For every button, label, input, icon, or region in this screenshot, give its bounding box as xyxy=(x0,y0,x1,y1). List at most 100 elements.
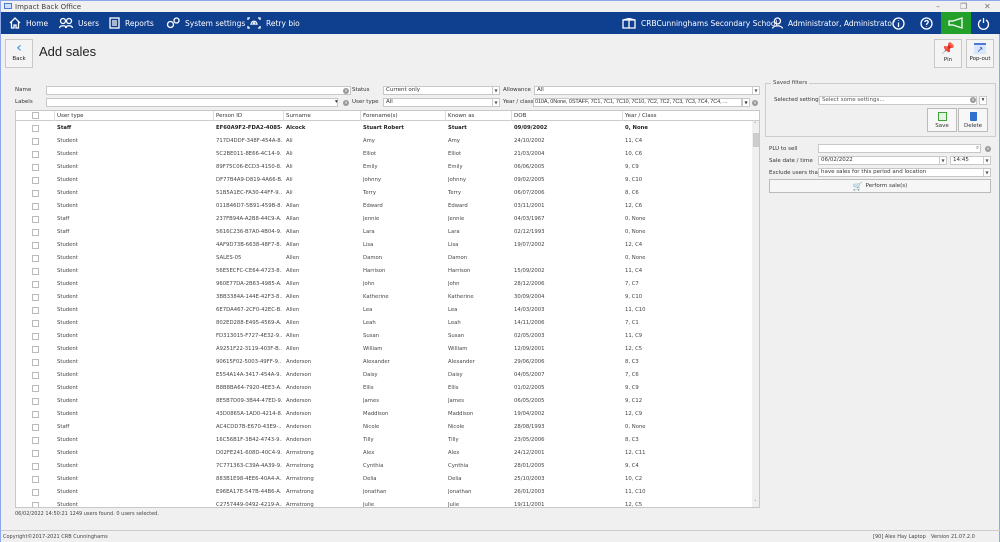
minimize-button[interactable]: – xyxy=(936,2,940,11)
table-row[interactable]: Student E96EA17E-547B-44B6-A... Armstrong J… xyxy=(16,486,752,499)
table-row[interactable]: Student 51B5A1EC-FA30-44FF-9... Ali Terry Te… xyxy=(16,187,752,200)
nav-reports[interactable]: Reports xyxy=(109,12,154,34)
nav-system-settings[interactable]: System settings xyxy=(166,12,245,34)
user-menu[interactable]: Administrator, Administrator xyxy=(772,12,895,34)
column-header[interactable]: DOB xyxy=(511,111,622,121)
yearclass-select[interactable]: 010A, 0None, 0STAFF, 7C1, 7C1, 7C10, 7C1… xyxy=(533,98,742,107)
close-button[interactable]: ✕ xyxy=(984,2,991,11)
vertical-scrollbar[interactable] xyxy=(752,121,759,507)
row-checkbox[interactable] xyxy=(32,450,39,457)
column-header[interactable]: User type xyxy=(54,111,213,121)
allowance-select[interactable]: All ▼ xyxy=(534,86,760,95)
row-checkbox[interactable] xyxy=(32,307,39,314)
table-row[interactable]: Student B8B8BA64-7920-4EE3-A... Anderson El… xyxy=(16,382,752,395)
table-row[interactable]: Student 90615F02-5003-49FF-9... Anderson Al… xyxy=(16,356,752,369)
select-all-checkbox[interactable] xyxy=(32,112,39,119)
row-checkbox[interactable] xyxy=(32,333,39,340)
row-checkbox[interactable] xyxy=(32,424,39,431)
chevron-down-icon[interactable]: ▾ xyxy=(979,96,987,105)
plu-input[interactable] xyxy=(818,144,981,153)
clear-icon[interactable]: × xyxy=(970,97,976,103)
row-checkbox[interactable] xyxy=(32,138,39,145)
row-checkbox[interactable] xyxy=(32,385,39,392)
row-checkbox[interactable] xyxy=(32,164,39,171)
nav-home[interactable]: Home xyxy=(9,12,48,34)
table-row[interactable]: Student 5C2BE011-8E66-4C14-9... Ali Elliot E… xyxy=(16,148,752,161)
table-row[interactable]: Student 960E77DA-2B63-4985-A... Allen John J… xyxy=(16,278,752,291)
row-checkbox[interactable] xyxy=(32,255,39,262)
sale-time-input[interactable]: 14:45 ▼ xyxy=(950,156,991,165)
delete-filter-button[interactable]: Delete xyxy=(958,108,988,132)
table-row[interactable]: Student SALES-05 Allen Damon Damon 0, None xyxy=(16,252,752,265)
table-row[interactable]: Student D02FE241-608D-40C4-9... Armstrong A… xyxy=(16,447,752,460)
row-checkbox[interactable] xyxy=(32,359,39,366)
row-checkbox[interactable] xyxy=(32,463,39,470)
row-checkbox[interactable] xyxy=(32,437,39,444)
table-row[interactable]: Student 717D4DDF-348F-454A-8... Ali Amy Amy 2… xyxy=(16,135,752,148)
row-checkbox[interactable] xyxy=(32,125,39,132)
scroll-up-icon[interactable]: ˄ xyxy=(754,122,757,128)
pin-button[interactable]: 📌 Pin xyxy=(934,39,962,68)
announcements-button[interactable] xyxy=(941,12,971,34)
restore-button[interactable]: ❐ xyxy=(960,2,967,11)
table-row[interactable]: Student 6E7DA467-2CF0-42EC-B... Allen Lea Le… xyxy=(16,304,752,317)
info-button[interactable] xyxy=(892,12,905,34)
table-row[interactable]: Student 89F75C06-ECD3-4150-8... Ali Emily Em… xyxy=(16,161,752,174)
status-select[interactable]: Current only ▼ xyxy=(383,86,500,95)
table-row[interactable]: Student 802ED288-E495-4569-A... Allen Leah L… xyxy=(16,317,752,330)
table-row[interactable]: Student A9251F22-3119-403F-B... Allen Willi… xyxy=(16,343,752,356)
row-checkbox[interactable] xyxy=(32,203,39,210)
row-checkbox[interactable] xyxy=(32,294,39,301)
row-checkbox[interactable] xyxy=(32,216,39,223)
row-checkbox[interactable] xyxy=(32,177,39,184)
row-checkbox[interactable] xyxy=(32,346,39,353)
popout-button[interactable]: ↗ Pop-out xyxy=(966,39,994,68)
table-row[interactable]: Student FD313015-F727-4E32-9... Allen Susan… xyxy=(16,330,752,343)
school-selector[interactable]: CRBCunninghams Secondary School xyxy=(622,12,778,34)
row-checkbox[interactable] xyxy=(32,242,39,249)
row-checkbox[interactable] xyxy=(32,398,39,405)
table-row[interactable]: Student 3BB3384A-144E-42F3-8... Allen Kathe… xyxy=(16,291,752,304)
back-button[interactable]: ‹ Back xyxy=(5,39,33,68)
clear-icon[interactable]: × xyxy=(343,88,349,94)
nav-retry-bio[interactable]: Retry bio xyxy=(247,12,300,34)
row-checkbox[interactable] xyxy=(32,268,39,275)
exclude-select[interactable]: have sales for this period and location ▼ xyxy=(818,168,991,177)
labels-input[interactable] xyxy=(46,98,338,107)
table-row[interactable]: Student 56E5ECFC-CE64-4723-8... Allen Harri… xyxy=(16,265,752,278)
table-row[interactable]: Student 011B46D7-5B91-459B-8... Allan Edwar… xyxy=(16,200,752,213)
perform-sales-button[interactable]: 🛒 Perform sale(s) xyxy=(769,179,991,193)
help-button[interactable] xyxy=(920,12,933,34)
row-checkbox[interactable] xyxy=(32,502,39,507)
row-checkbox[interactable] xyxy=(32,489,39,496)
column-header[interactable]: Year / Class xyxy=(622,111,752,121)
table-row[interactable]: Student 43D0865A-1AD0-4214-8... Anderson Ma… xyxy=(16,408,752,421)
nav-users[interactable]: Users xyxy=(59,12,99,34)
row-checkbox[interactable] xyxy=(32,281,39,288)
clear-icon[interactable]: × xyxy=(343,100,349,106)
search-icon[interactable]: ⌕ xyxy=(976,145,979,152)
usertype-select[interactable]: All ▼ xyxy=(383,98,500,107)
row-checkbox[interactable] xyxy=(32,151,39,158)
table-row[interactable]: Student 4AF9D73B-6638-48F7-8... Allan Lisa L… xyxy=(16,239,752,252)
scrollbar-thumb[interactable] xyxy=(753,133,759,147)
table-row[interactable]: Staff 237FB94A-A2B8-44C9-A... Allan Jennie J… xyxy=(16,213,752,226)
table-row[interactable]: Student DF77B4A9-D819-4A66-B... Ali Johnny J… xyxy=(16,174,752,187)
table-row[interactable]: Staff AC4CDD7B-E670-43E9-... Anderson Nicol… xyxy=(16,421,752,434)
table-row[interactable]: Staff 5616C236-B7A0-4B04-9... Allan Lara Lar… xyxy=(16,226,752,239)
column-header[interactable]: Forename(s) xyxy=(360,111,445,121)
clear-icon[interactable]: × xyxy=(985,146,991,152)
save-filter-button[interactable]: Save xyxy=(927,108,957,132)
row-checkbox[interactable] xyxy=(32,320,39,327)
column-header[interactable]: Person ID xyxy=(213,111,283,121)
sale-date-input[interactable]: 06/02/2022 ▼ xyxy=(818,156,947,165)
table-row[interactable]: Staff EF60A9F2-FDA2-4085-8... Alcock Stuart… xyxy=(16,122,752,135)
table-row[interactable]: Student 7C771363-C39A-4A39-9... Armstrong C… xyxy=(16,460,752,473)
column-header[interactable]: Surname xyxy=(283,111,360,121)
table-row[interactable]: Student E554A14A-3417-454A-9... Anderson Da… xyxy=(16,369,752,382)
row-checkbox[interactable] xyxy=(32,190,39,197)
table-row[interactable]: Student 883B1E98-4EE6-40A4-A... Armstrong D… xyxy=(16,473,752,486)
row-checkbox[interactable] xyxy=(32,411,39,418)
chevron-down-icon[interactable]: ▼ xyxy=(742,98,750,107)
row-checkbox[interactable] xyxy=(32,372,39,379)
